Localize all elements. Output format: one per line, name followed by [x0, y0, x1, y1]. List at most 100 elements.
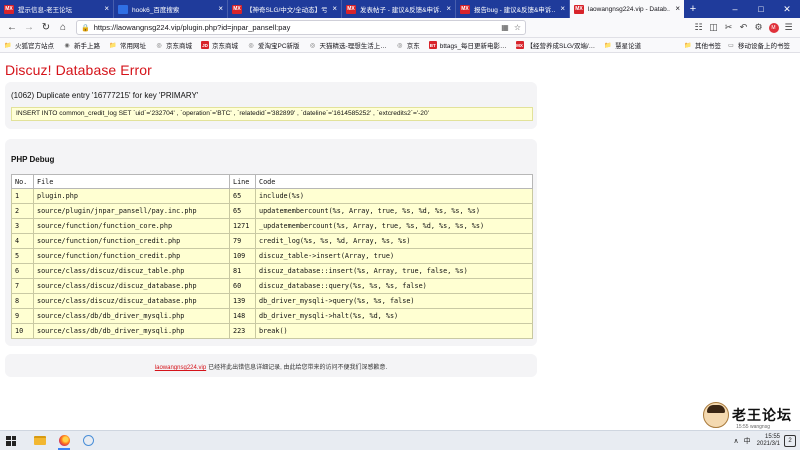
bookmark-item[interactable]: ▭ 移动设备上的书签 — [727, 40, 790, 51]
back-icon[interactable]: ← — [4, 20, 20, 36]
bookmark-item[interactable]: ◉ 新手上路 — [63, 40, 100, 51]
table-row: 10 source/class/db/db_driver_mysqli.php 22… — [11, 323, 533, 339]
folder-icon: 📁 — [4, 42, 12, 49]
tab-5[interactable]: MX 报告bug - 建议&反馈&申诉… × — [456, 0, 570, 18]
tab-close-icon[interactable]: × — [104, 4, 109, 13]
globe-icon: ◎ — [309, 42, 316, 49]
tab-6[interactable]: MX laowangnsg224.vip - Datab… × — [570, 0, 684, 18]
table-cell: source/function/function_credit.php — [33, 233, 230, 249]
notification-icon[interactable]: 2 — [784, 434, 796, 447]
tab-close-icon[interactable]: × — [560, 4, 565, 13]
table-row: 4 source/function/function_credit.php 79 cr… — [11, 233, 533, 249]
tab-close-icon[interactable]: × — [332, 4, 337, 13]
table-cell: 223 — [229, 323, 256, 339]
menu-icon[interactable]: ☰ — [781, 20, 796, 36]
extension-icon[interactable]: ⚙ — [751, 20, 766, 36]
firefox-icon — [58, 435, 70, 446]
clock[interactable]: 15:55 2021/3/1 — [757, 434, 780, 448]
bookmark-item[interactable]: JD 京东商城 — [201, 40, 238, 50]
tab-close-icon[interactable]: × — [675, 4, 680, 13]
table-cell: 148 — [229, 308, 256, 324]
table-cell: 10 — [11, 323, 34, 339]
account-icon[interactable]: M — [766, 20, 781, 36]
bookmark-label: 爱淘宝PC新版 — [258, 43, 300, 50]
close-window-icon[interactable]: ✕ — [774, 0, 800, 18]
tab-list: MX 提示信息-老王论坛 × hook6_百度搜索 × MX 【神奇SLG/中文/全动态】亏… — [0, 0, 684, 18]
tab-title: 发表帖子 - 建议&反馈&申诉… — [360, 7, 441, 14]
tab-3[interactable]: MX 【神奇SLG/中文/全动态】亏… × — [228, 0, 342, 18]
tab-title: 报告bug - 建议&反馈&申诉… — [474, 7, 555, 14]
screenshot-icon[interactable]: ✂ — [721, 20, 736, 36]
globe-icon: ◎ — [156, 42, 162, 49]
bookmark-item[interactable]: 📁 火狐官方站点 — [4, 40, 54, 51]
bookmark-label: 其他书签 — [695, 43, 721, 50]
taskbar-firefox[interactable] — [52, 431, 76, 450]
sidebar-icon[interactable]: ◫ — [706, 20, 721, 36]
mx-icon: MX — [515, 41, 524, 49]
table-row: 5 source/function/function_credit.php 109 d… — [11, 248, 533, 264]
table-cell: 65 — [229, 188, 256, 204]
table-row: 6 source/class/discuz/discuz_table.php 81 d… — [11, 263, 533, 279]
bookmark-star-icon[interactable]: ☆ — [514, 23, 521, 32]
globe-icon: ◎ — [248, 42, 254, 49]
debug-panel: PHP Debug No. File Line Code 1 plugin.php 65 i… — [5, 139, 537, 346]
forward-icon[interactable]: → — [21, 20, 37, 36]
tab-title: 【神奇SLG/中文/全动态】亏… — [246, 7, 327, 14]
mascot-icon — [703, 402, 729, 428]
bookmark-item[interactable]: 📁 其他书签 — [684, 40, 721, 51]
url-input[interactable] — [93, 23, 497, 32]
column-header: Line — [229, 174, 256, 189]
page-content: Discuz! Database Error (1062) Duplicate … — [0, 53, 800, 430]
start-button[interactable] — [0, 431, 22, 450]
address-bar[interactable]: 🔒 ▦ ☆ — [76, 20, 526, 35]
table-cell: 5 — [11, 248, 34, 264]
table-cell: 2 — [11, 203, 34, 219]
table-cell: db_driver_mysqli->query(%s, %s, false) — [255, 293, 533, 309]
reader-view-icon[interactable]: ▦ — [501, 23, 509, 32]
bookmark-item[interactable]: ◎ 天猫精选-理想生活上… — [309, 40, 387, 51]
bookmark-item[interactable]: 📁 常用网址 — [109, 40, 146, 51]
bookmark-item[interactable]: ◎ 京东商城 — [155, 40, 192, 51]
table-cell: source/function/function_core.php — [33, 218, 230, 234]
tab-2[interactable]: hook6_百度搜索 × — [114, 0, 228, 18]
bookmark-label: 火狐官方站点 — [15, 43, 54, 50]
bookmark-label: 【经营养成SLG/双端/… — [526, 43, 596, 50]
table-row: 7 source/class/discuz/discuz_database.php… — [11, 278, 533, 294]
tray-expand-icon[interactable]: ∧ — [734, 437, 739, 445]
ime-indicator[interactable]: 中 — [744, 436, 751, 446]
table-row: 3 source/function/function_core.php 1271 _u… — [11, 218, 533, 234]
tab-close-icon[interactable]: × — [218, 4, 223, 13]
taskbar-explorer[interactable] — [28, 431, 52, 450]
favicon-icon — [118, 4, 128, 14]
table-cell: source/function/function_credit.php — [33, 248, 230, 264]
tab-close-icon[interactable]: × — [446, 4, 451, 13]
home-icon[interactable]: ⌂ — [55, 20, 71, 36]
tab-4[interactable]: MX 发表帖子 - 建议&反馈&申诉… × — [342, 0, 456, 18]
new-tab-button[interactable]: + — [684, 0, 702, 18]
table-cell: 3 — [11, 218, 34, 234]
table-cell: 6 — [11, 263, 34, 279]
bookmark-item[interactable]: ◎ 爱淘宝PC新版 — [247, 40, 300, 51]
table-cell: discuz_database::query(%s, %s, %s, false… — [255, 278, 533, 294]
bookmark-item[interactable]: MX 【经营养成SLG/双端/… — [515, 40, 596, 50]
table-row: 9 source/class/db/db_driver_mysqli.php 148… — [11, 308, 533, 324]
taskbar-network-app[interactable] — [76, 431, 100, 450]
reload-icon[interactable]: ↻ — [38, 20, 54, 36]
table-row: 1 plugin.php 65 include(%s) — [11, 188, 533, 204]
table-cell: credit_log(%s, %s, %d, Array, %s, %s) — [255, 233, 533, 249]
library-icon[interactable]: ☷ — [691, 20, 706, 36]
bookmark-item[interactable]: ◎ 京东 — [396, 40, 420, 51]
lock-icon[interactable]: 🔒 — [81, 24, 90, 32]
table-cell: source/class/db/db_driver_mysqli.php — [33, 308, 230, 324]
device-icon: ▭ — [728, 42, 734, 49]
bookmark-label: 京东商城 — [166, 43, 192, 50]
table-cell: 81 — [229, 263, 256, 279]
maximize-icon[interactable]: □ — [748, 0, 774, 18]
site-link[interactable]: laowangnsg224.vip — [155, 365, 206, 371]
tab-1[interactable]: MX 提示信息-老王论坛 × — [0, 0, 114, 18]
bookmark-item[interactable]: BT bttags_每日更新电影… — [428, 40, 507, 50]
undo-icon[interactable]: ↶ — [736, 20, 751, 36]
table-header-row: No. File Line Code — [11, 174, 533, 189]
bookmark-item[interactable]: 📁 慧星论道 — [604, 40, 641, 51]
minimize-icon[interactable]: – — [722, 0, 748, 18]
